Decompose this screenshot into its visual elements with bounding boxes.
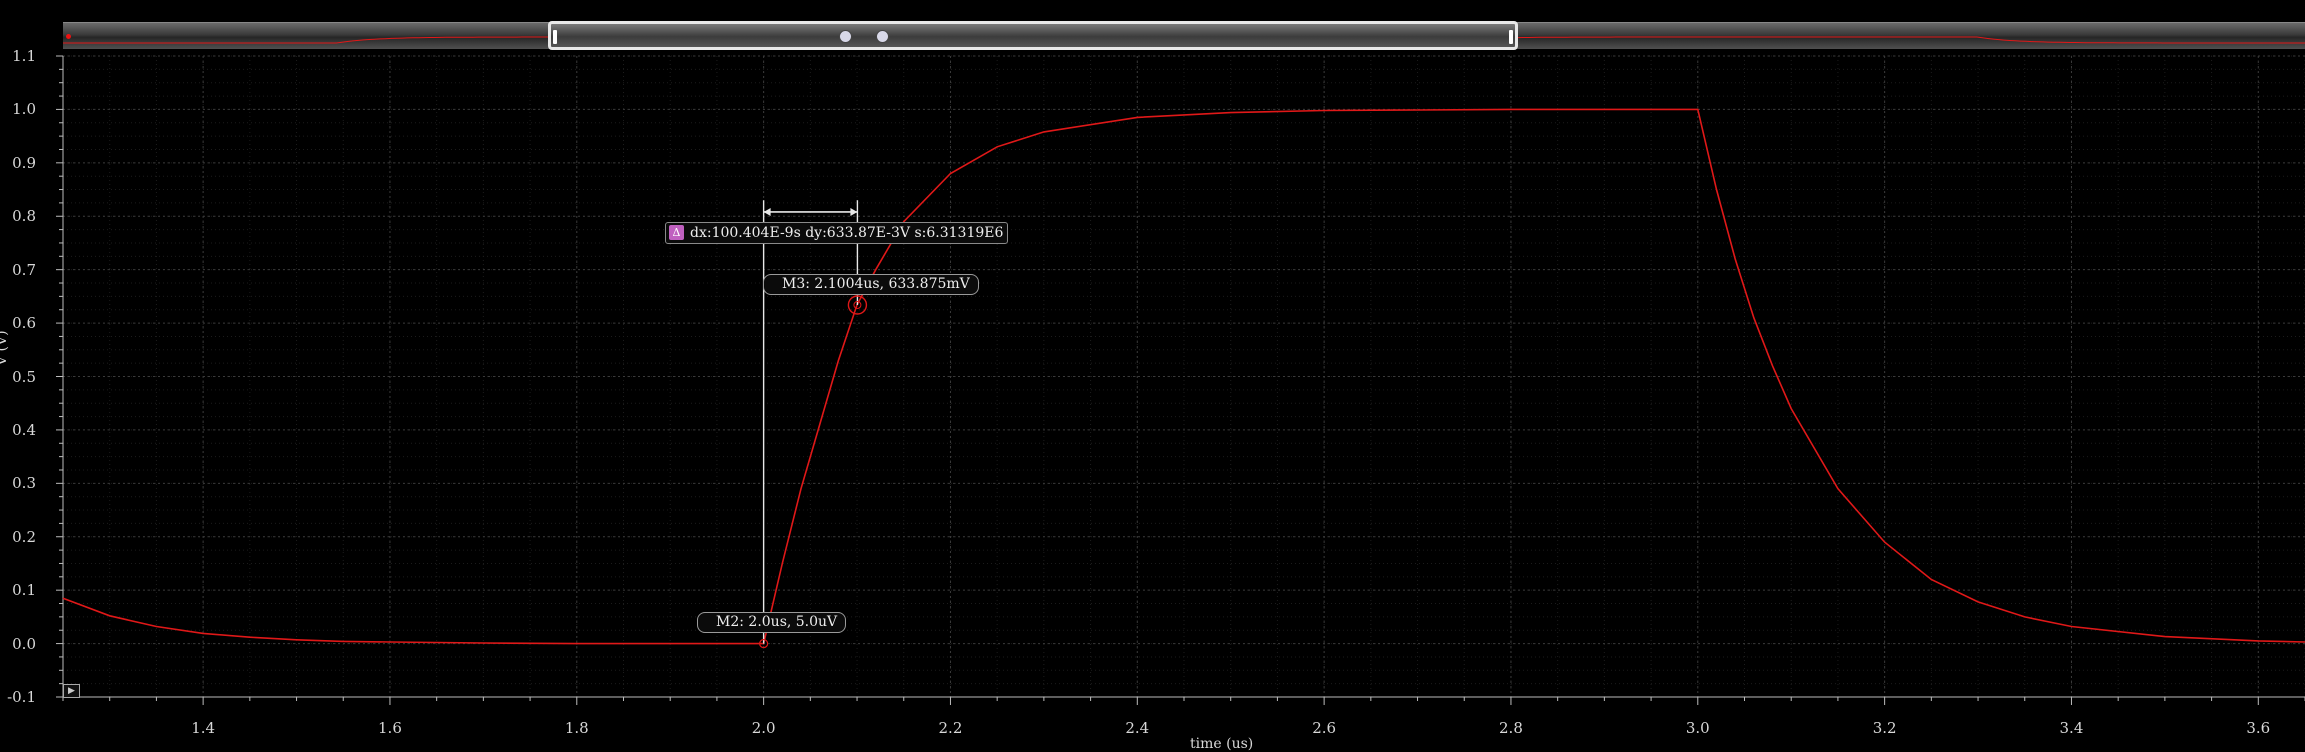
x-tick-label: 3.2 bbox=[1872, 719, 1897, 737]
play-button[interactable]: ▶ bbox=[63, 684, 80, 698]
y-tick-label: 1.0 bbox=[12, 100, 36, 119]
y-tick-label: 0.1 bbox=[12, 581, 36, 600]
delta-marker-label[interactable]: Δ dx:100.404E-9s dy:633.87E-3V s:6.31319… bbox=[665, 222, 1009, 244]
plot-area[interactable] bbox=[0, 0, 2305, 750]
delta-icon: Δ bbox=[669, 225, 684, 240]
y-tick-label: 0.7 bbox=[12, 260, 36, 279]
y-tick-label: 0.0 bbox=[12, 634, 36, 653]
x-tick-label: 3.6 bbox=[2246, 719, 2271, 737]
x-tick-label: 3.4 bbox=[2059, 719, 2084, 737]
x-tick-label: 1.8 bbox=[564, 719, 589, 737]
x-tick-label: 2.8 bbox=[1499, 719, 1523, 737]
x-tick-label: 2.2 bbox=[938, 719, 963, 737]
y-tick-label: 0.6 bbox=[12, 314, 36, 333]
delta-arrow-right bbox=[850, 207, 858, 216]
waveform-window: 1.1 1.0 0.9 0.8 0.7 0.6 0.5 0.4 0.3 0.2 0.1 0.0 -0.1… bbox=[0, 0, 2305, 752]
x-tick-label: 1.4 bbox=[191, 719, 216, 737]
x-tick-label: 2.6 bbox=[1312, 719, 1337, 737]
x-tick-label: 3.0 bbox=[1685, 719, 1710, 737]
x-tick-label: 2.0 bbox=[751, 719, 776, 737]
delta-arrow-left bbox=[763, 207, 771, 216]
marker-m3-label[interactable]: M3: 2.1004us, 633.875mV bbox=[763, 274, 979, 295]
y-tick-label: -0.1 bbox=[7, 688, 36, 706]
y-axis-label: V (V) bbox=[0, 330, 10, 366]
marker-m2-label[interactable]: M2: 2.0us, 5.0uV bbox=[697, 612, 847, 633]
y-tick-label: 0.3 bbox=[12, 474, 36, 493]
y-tick-label: 1.1 bbox=[12, 47, 36, 65]
delta-marker-text: dx:100.404E-9s dy:633.87E-3V s:6.31319E6 bbox=[690, 225, 1004, 241]
y-tick-label: 0.5 bbox=[12, 367, 36, 386]
x-tick-label: 1.6 bbox=[378, 719, 402, 737]
x-tick-label: 2.4 bbox=[1125, 719, 1150, 737]
y-tick-label: 0.2 bbox=[12, 527, 36, 546]
y-tick-label: 0.4 bbox=[12, 420, 36, 439]
y-tick-label: 0.8 bbox=[12, 207, 36, 226]
y-tick-label: 0.9 bbox=[12, 153, 36, 172]
